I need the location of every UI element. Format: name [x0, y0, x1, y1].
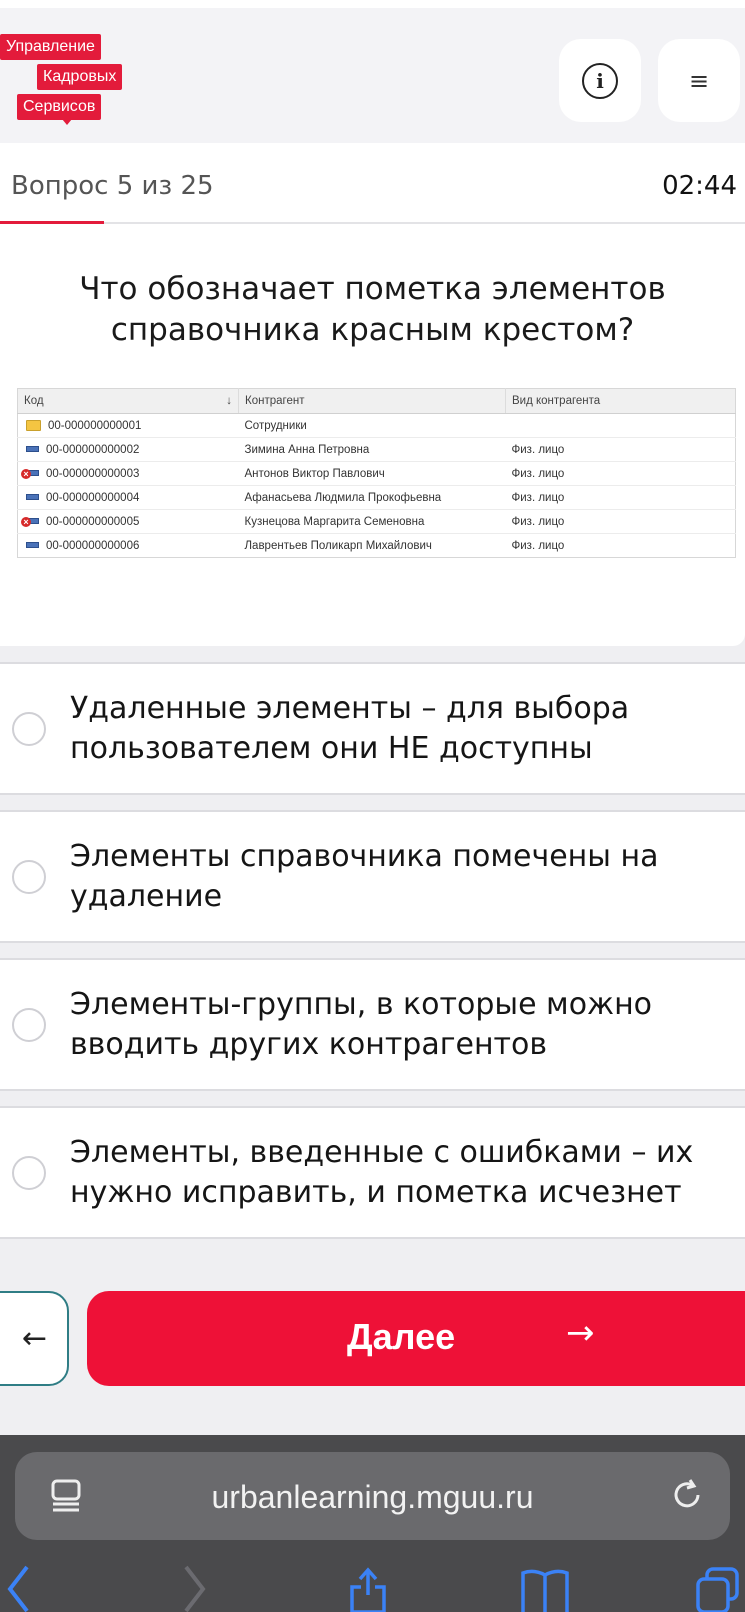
arrow-right-icon: →	[566, 1313, 595, 1353]
table-row: 00-000000000003Антонов Виктор ПавловичФи…	[17, 461, 736, 486]
logo-line-3: Сервисов	[17, 94, 102, 120]
radio-button[interactable]	[12, 1155, 46, 1190]
cell-code: 00-000000000003	[17, 461, 239, 486]
item-icon	[26, 446, 39, 453]
cell-code: 00-000000000006	[18, 534, 239, 558]
cell-type: Физ. лицо	[505, 461, 736, 486]
countdown-timer: 02:44	[662, 171, 737, 201]
folder-icon	[26, 419, 41, 431]
column-header-counterparty: Контрагент	[238, 388, 506, 414]
cell-code: 00-000000000001	[17, 413, 239, 438]
table-row: 00-000000000005Кузнецова Маргарита Семен…	[17, 509, 736, 534]
tabs-icon[interactable]	[695, 1565, 740, 1612]
header-top-strip	[0, 0, 745, 8]
reference-table-image: Код ↓ Контрагент Вид контрагента 00-00000…	[17, 388, 736, 558]
logo-pointer	[62, 119, 72, 125]
info-button[interactable]: i	[559, 39, 641, 122]
cell-counterparty: Антонов Виктор Павлович	[238, 461, 506, 486]
browser-forward-icon[interactable]	[183, 1565, 208, 1612]
table-row: 00-000000000004 Афанасьева Людмила Прокоф…	[17, 485, 736, 510]
url-text[interactable]: urbanlearning.mguu.ru	[0, 1479, 745, 1516]
logo-line-1: Управление	[0, 34, 101, 60]
radio-button[interactable]	[12, 1007, 46, 1042]
answer-option-3[interactable]: Элементы-группы, в которые можно вводить…	[0, 958, 745, 1091]
browser-back-icon[interactable]	[5, 1565, 30, 1612]
arrow-left-icon: ←	[21, 1321, 48, 1356]
cell-counterparty: Зимина Анна Петровна	[238, 437, 506, 462]
cell-type: Физ. лицо	[511, 539, 565, 552]
table-row: 00-000000000002 Зимина Анна Петровна Физ. …	[17, 437, 736, 462]
share-icon[interactable]	[348, 1565, 388, 1612]
logo-line-2: Кадровых	[37, 64, 123, 90]
answer-text: Элементы-группы, в которые можно вводить…	[70, 986, 653, 1062]
question-text: Что обозначает пометка элементов справоч…	[79, 271, 666, 348]
table-row: 00-000000000001 Сотрудники	[17, 413, 736, 438]
bookmarks-icon[interactable]	[520, 1565, 570, 1612]
radio-button[interactable]	[12, 711, 46, 746]
column-header-type: Вид контрагента	[505, 388, 736, 414]
item-icon	[26, 494, 39, 501]
next-button-label: Далее	[347, 1316, 456, 1357]
deleted-item-icon	[21, 517, 39, 528]
item-icon	[26, 542, 39, 549]
progress-row: Вопрос 5 из 25 02:44	[0, 143, 745, 224]
reload-icon[interactable]	[670, 1478, 704, 1512]
cell-code: 00-000000000005	[17, 509, 239, 534]
app-header: Управление Кадровых Сервисов i ≡	[0, 0, 745, 143]
answer-option-4[interactable]: Элементы, введенные с ошибками – их нужн…	[0, 1106, 745, 1239]
cell-code: 00-000000000004	[17, 485, 239, 510]
cell-counterparty: Сотрудники	[238, 413, 506, 438]
next-button[interactable]: Далее →	[87, 1291, 745, 1386]
deleted-item-icon	[21, 469, 39, 480]
cell-counterparty: Кузнецова Маргарита Семеновна	[238, 509, 506, 534]
answer-text: Удаленные элементы – для выбора пользова…	[70, 690, 630, 766]
cell-counterparty: Лаврентьев Поликарп Михайлович	[244, 539, 432, 552]
cell-type: Физ. лицо	[505, 485, 736, 510]
menu-button[interactable]: ≡	[658, 39, 740, 122]
sort-arrow-icon: ↓	[226, 395, 232, 407]
cell-type: Физ. лицо	[505, 437, 736, 462]
progress-bar-fill	[0, 221, 105, 224]
cell-counterparty: Афанасьева Людмила Прокофьевна	[238, 485, 506, 510]
answer-option-2[interactable]: Элементы справочника помечены на удалени…	[0, 810, 745, 943]
table-row: 00-000000000006 Лаврентьев Поликарп Михай…	[18, 534, 736, 558]
radio-button[interactable]	[12, 859, 46, 894]
question-card: Вопрос 5 из 25 02:44 Что обозначает поме…	[0, 143, 745, 686]
cell-type	[505, 413, 736, 438]
back-button[interactable]: ←	[0, 1291, 69, 1386]
cell-type: Физ. лицо	[505, 509, 736, 534]
answer-text: Элементы справочника помечены на удалени…	[70, 838, 659, 914]
info-icon: i	[582, 62, 618, 99]
question-counter: Вопрос 5 из 25	[11, 171, 214, 201]
hamburger-menu-icon: ≡	[688, 66, 710, 95]
answer-text: Элементы, введенные с ошибками – их нужн…	[70, 1134, 694, 1210]
column-header-code: Код ↓	[17, 388, 239, 414]
answer-option-1[interactable]: Удаленные элементы – для выбора пользова…	[0, 662, 745, 795]
cell-code: 00-000000000002	[17, 437, 239, 462]
